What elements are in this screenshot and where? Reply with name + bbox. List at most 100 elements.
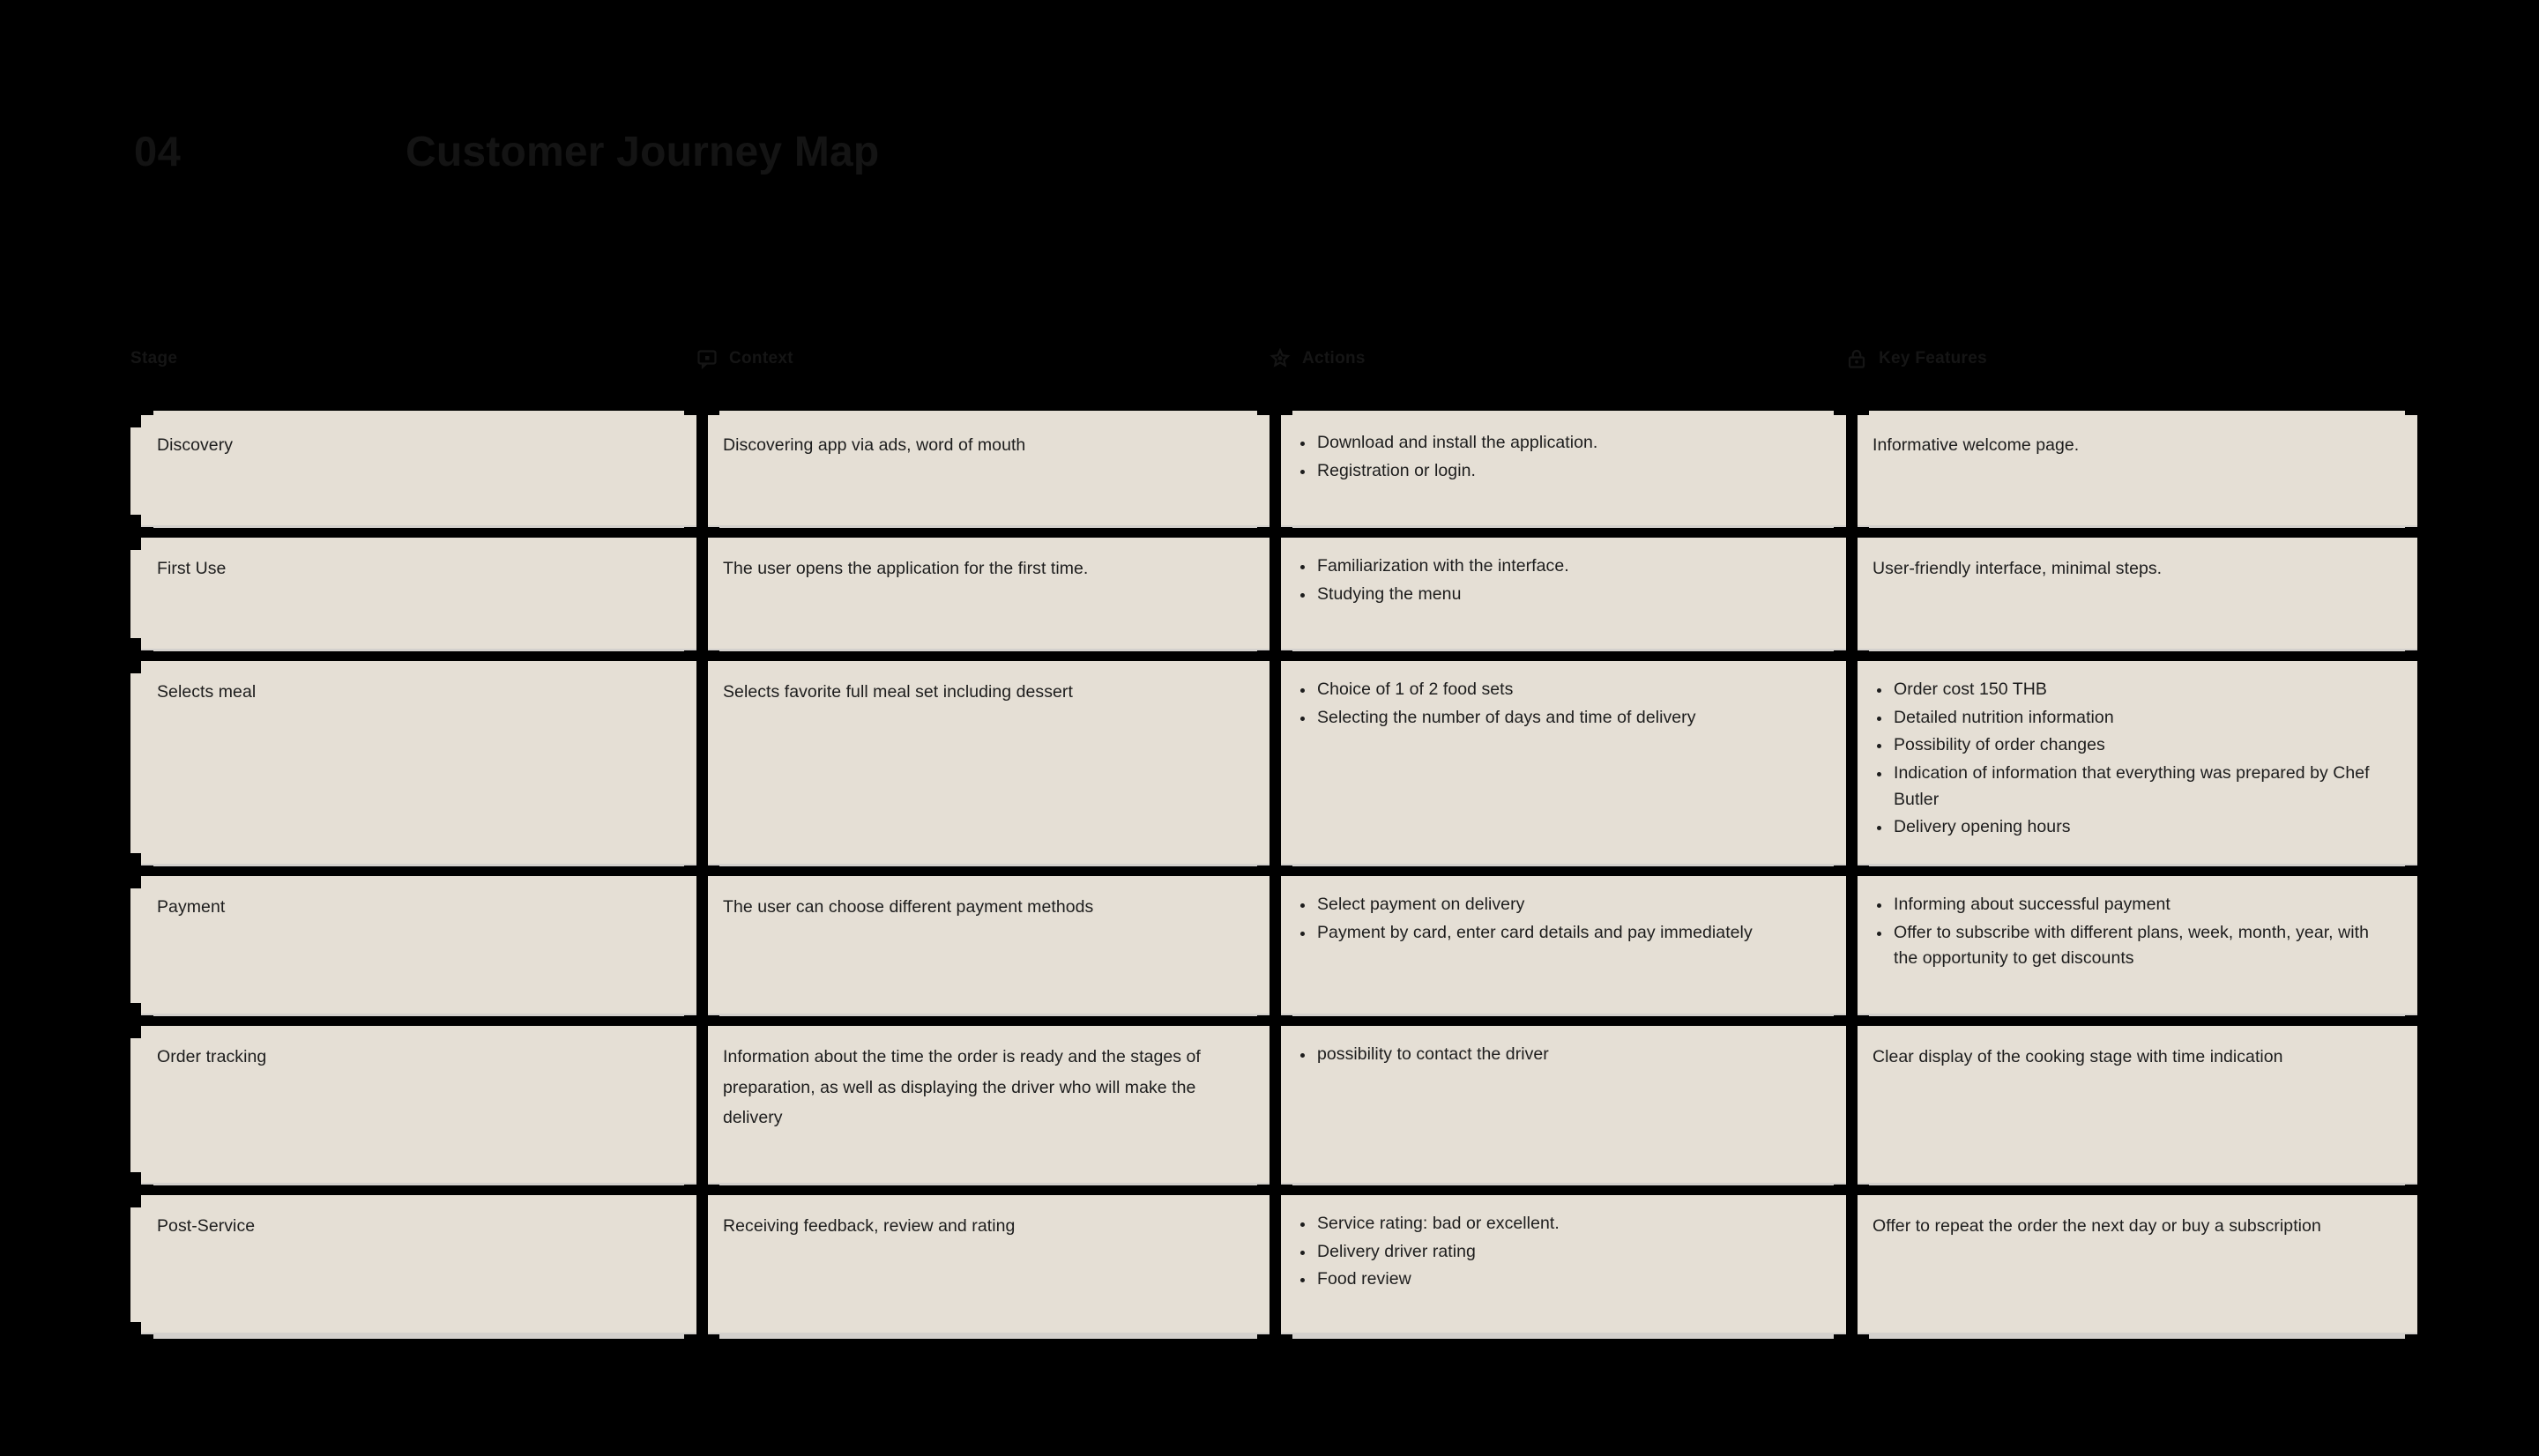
chat-bubble-icon [696, 348, 718, 369]
cell-context-row-4: The user can choose different payment me… [696, 873, 1270, 1014]
row-separator [130, 1185, 696, 1195]
cell-text: Post-Service [157, 1216, 256, 1236]
cell-text: Informative welcome page. [1873, 435, 2080, 455]
row-separator [696, 651, 1270, 661]
cell-shadow-line [1846, 1333, 2417, 1339]
list-item: Delivery driver rating [1296, 1239, 1821, 1266]
list-item: Familiarization with the interface. [1296, 553, 1821, 580]
cell-key_features-row-4: Informing about successful payment Offer … [1846, 873, 2417, 1014]
column-header-key_features: Key Features [1846, 345, 1987, 372]
row-separator [1846, 651, 2417, 661]
cell-key_features-row-2: User-friendly interface, minimal steps. [1846, 534, 2417, 649]
column-separator [1270, 405, 1281, 1338]
row-separator [1846, 866, 2417, 876]
row-separator [696, 1185, 1270, 1195]
customer-journey-map-table: Stage Context Actions Key Features Discovery… [0, 0, 2539, 1456]
column-header-label: Key Features [1879, 349, 1987, 368]
list-item: Detailed nutrition information [1873, 705, 2393, 732]
bullet-list: Download and install the application. Reg… [1296, 430, 1821, 484]
cell-shadow-line [130, 1333, 696, 1339]
list-item: Indication of information that everythin… [1873, 761, 2393, 813]
cell-text: User-friendly interface, minimal steps. [1873, 559, 2163, 578]
cell-text: The user opens the application for the f… [723, 559, 1089, 578]
list-item: Studying the menu [1296, 582, 1821, 608]
column-header-label: Stage [130, 349, 178, 368]
cell-actions-row-5: possibility to contact the driver [1270, 1022, 1846, 1183]
row-separator [696, 528, 1270, 538]
bullet-list: Familiarization with the interface. Study… [1296, 553, 1821, 607]
list-item: possibility to contact the driver [1296, 1042, 1821, 1068]
cell-key_features-row-3: Order cost 150 THB Detailed nutrition inf… [1846, 657, 2417, 864]
cell-context-row-2: The user opens the application for the f… [696, 534, 1270, 649]
star-gear-icon [1270, 348, 1291, 369]
row-separator [130, 1016, 696, 1026]
column-header-stage: Stage [130, 345, 177, 372]
cell-stage-row-3: Selects meal [130, 657, 696, 864]
list-item: Download and install the application. [1296, 430, 1821, 457]
list-item: Order cost 150 THB [1873, 677, 2393, 703]
cell-text: Information about the time the order is … [723, 1047, 1201, 1128]
row-separator [1270, 1185, 1846, 1195]
cell-stage-row-5: Order tracking [130, 1022, 696, 1183]
cell-text: Selects meal [157, 682, 257, 702]
list-item: Choice of 1 of 2 food sets [1296, 677, 1821, 703]
cell-actions-row-3: Choice of 1 of 2 food sets Selecting the … [1270, 657, 1846, 864]
row-separator [1270, 1016, 1846, 1026]
cell-key_features-row-1: Informative welcome page. [1846, 411, 2417, 525]
cell-text: Discovering app via ads, word of mouth [723, 435, 1026, 455]
cell-text: Discovery [157, 435, 234, 455]
cell-context-row-3: Selects favorite full meal set including… [696, 657, 1270, 864]
cell-text: Selects favorite full meal set including… [723, 682, 1073, 702]
cell-actions-row-6: Service rating: bad or excellent. Deliver… [1270, 1192, 1846, 1333]
cell-stage-row-1: Discovery [130, 411, 696, 525]
cell-text: The user can choose different payment me… [723, 897, 1094, 917]
cell-text: First Use [157, 559, 227, 578]
cell-actions-row-1: Download and install the application. Reg… [1270, 411, 1846, 525]
column-header-context: Context [696, 345, 793, 372]
cell-key_features-row-5: Clear display of the cooking stage with … [1846, 1022, 2417, 1183]
cell-text: Receiving feedback, review and rating [723, 1216, 1016, 1236]
bullet-list: Informing about successful payment Offer … [1873, 892, 2393, 972]
column-separator [696, 405, 708, 1338]
lock-icon [1846, 348, 1867, 369]
column-separator [1846, 405, 1858, 1338]
list-item: Informing about successful payment [1873, 892, 2393, 918]
cell-shadow-line [1270, 1333, 1846, 1339]
cell-stage-row-2: First Use [130, 534, 696, 649]
row-separator [1270, 866, 1846, 876]
row-separator [1270, 651, 1846, 661]
list-item: Possibility of order changes [1873, 732, 2393, 759]
bullet-list: Order cost 150 THB Detailed nutrition inf… [1873, 677, 2393, 841]
row-separator [1846, 1016, 2417, 1026]
cell-text: Clear display of the cooking stage with … [1873, 1047, 2283, 1066]
list-item: Registration or login. [1296, 458, 1821, 485]
cell-stage-row-4: Payment [130, 873, 696, 1014]
bullet-list: possibility to contact the driver [1296, 1042, 1821, 1068]
bullet-list: Service rating: bad or excellent. Deliver… [1296, 1211, 1821, 1293]
row-separator [696, 1016, 1270, 1026]
cell-text: Offer to repeat the order the next day o… [1873, 1216, 2321, 1236]
row-separator [130, 866, 696, 876]
row-separator [130, 651, 696, 661]
row-separator [130, 528, 696, 538]
cell-context-row-6: Receiving feedback, review and rating [696, 1192, 1270, 1333]
row-separator [1270, 528, 1846, 538]
bullet-list: Select payment on delivery Payment by car… [1296, 892, 1821, 946]
list-item: Delivery opening hours [1873, 814, 2393, 841]
row-separator [696, 866, 1270, 876]
cell-actions-row-2: Familiarization with the interface. Study… [1270, 534, 1846, 649]
list-item: Payment by card, enter card details and … [1296, 920, 1821, 947]
list-item: Selecting the number of days and time of… [1296, 705, 1821, 732]
list-item: Food review [1296, 1267, 1821, 1293]
list-item: Select payment on delivery [1296, 892, 1821, 918]
cell-text: Payment [157, 897, 226, 917]
cell-stage-row-6: Post-Service [130, 1192, 696, 1333]
cell-text: Order tracking [157, 1047, 267, 1066]
column-header-label: Context [729, 349, 793, 368]
cell-shadow-line [696, 1333, 1270, 1339]
column-header-label: Actions [1302, 349, 1366, 368]
list-item: Offer to subscribe with different plans,… [1873, 920, 2393, 972]
row-separator [1846, 1185, 2417, 1195]
column-header-actions: Actions [1270, 345, 1366, 372]
cell-actions-row-4: Select payment on delivery Payment by car… [1270, 873, 1846, 1014]
